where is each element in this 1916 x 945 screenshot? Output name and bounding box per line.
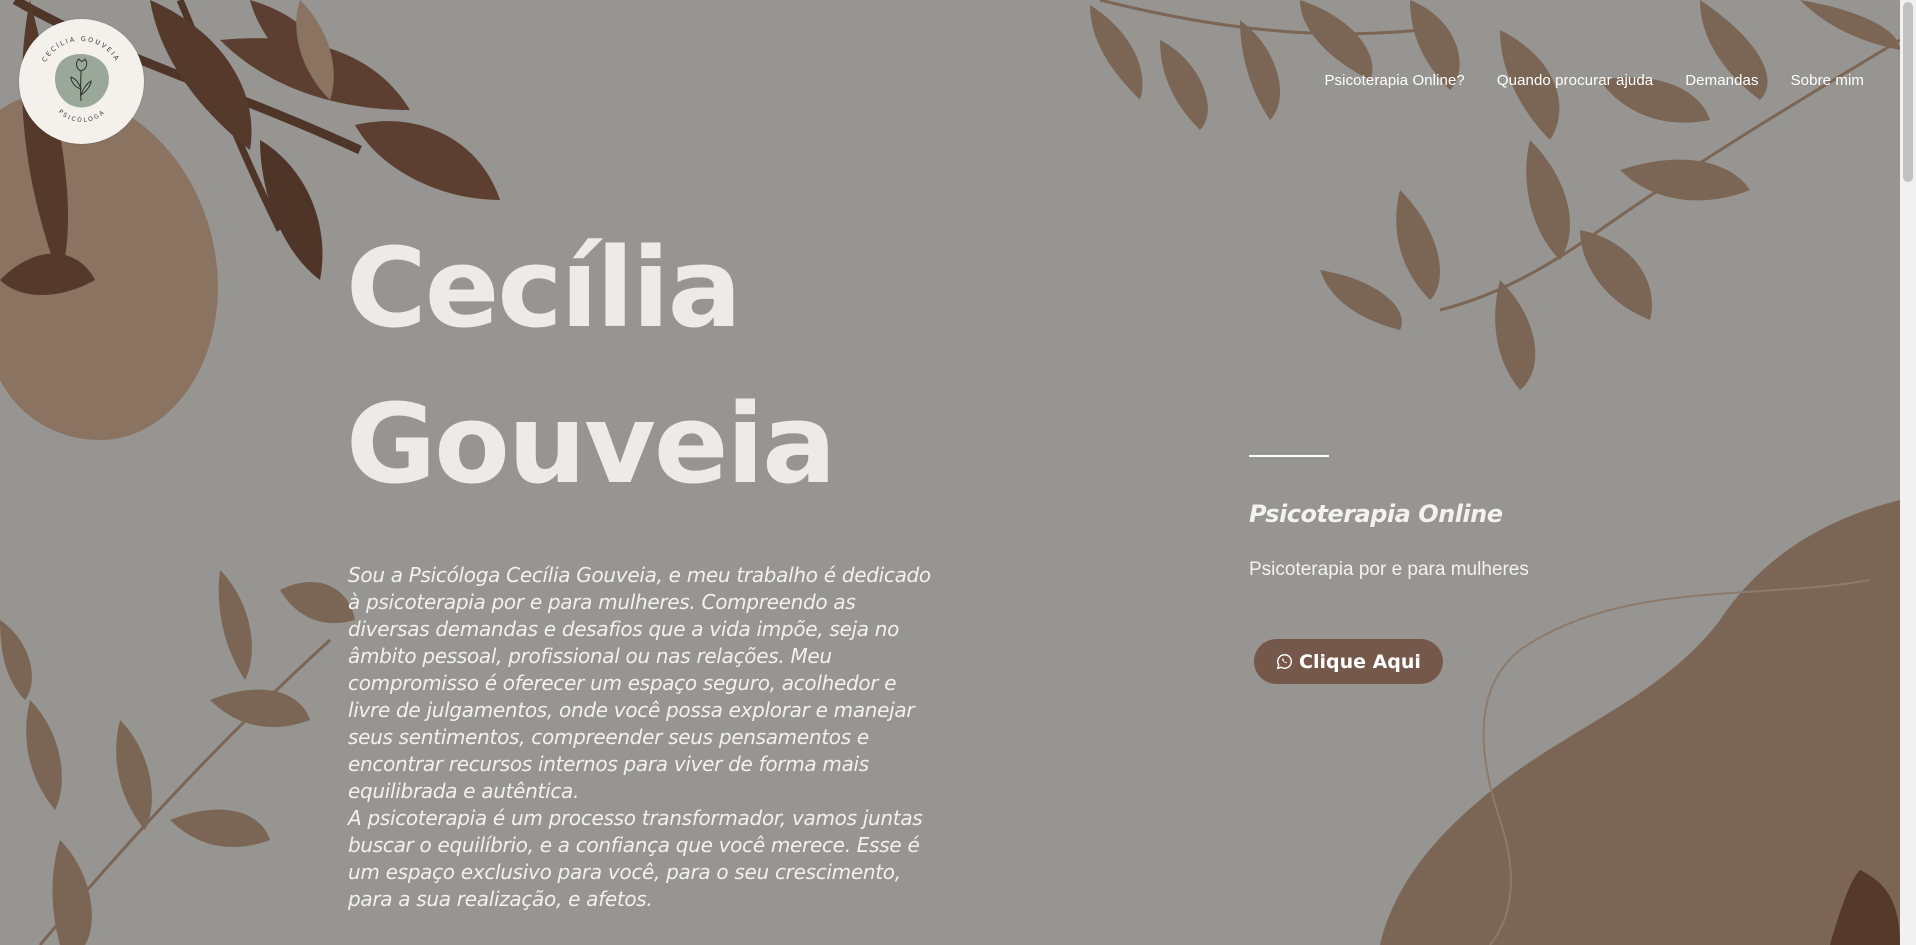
nav-item-demandas[interactable]: Demandas xyxy=(1685,72,1758,89)
nav-item-quando-procurar-ajuda[interactable]: Quando procurar ajuda xyxy=(1497,72,1653,89)
main-nav: Psicoterapia Online? Quando procurar aju… xyxy=(1324,72,1864,89)
logo-bottom-text: PSICÓLOGA xyxy=(57,108,105,124)
whatsapp-icon xyxy=(1276,654,1292,670)
nav-item-sobre-mim[interactable]: Sobre mim xyxy=(1791,72,1864,89)
scrollbar-thumb[interactable] xyxy=(1903,2,1913,182)
aside-title: Psicoterapia Online xyxy=(1249,500,1503,528)
bio-text: Sou a Psicóloga Cecília Gouveia, e meu t… xyxy=(348,562,938,913)
site-logo[interactable]: CECÍLIA GOUVEIA PSICÓLOGA xyxy=(19,19,144,144)
cta-button[interactable]: Clique Aqui xyxy=(1254,639,1443,684)
nav-item-psicoterapia-online[interactable]: Psicoterapia Online? xyxy=(1324,72,1464,89)
cta-label: Clique Aqui xyxy=(1299,650,1421,673)
hero-title: Cecília Gouveia xyxy=(346,210,836,522)
hero-name-line2: Gouveia xyxy=(346,380,836,508)
svg-text:PSICÓLOGA: PSICÓLOGA xyxy=(57,108,107,124)
aside-subtitle: Psicoterapia por e para mulheres xyxy=(1249,559,1529,580)
page-scrollbar[interactable] xyxy=(1900,0,1916,945)
decorative-background xyxy=(0,0,1900,945)
bio-paragraph: A psicoterapia é um processo transformad… xyxy=(348,806,923,911)
bio-paragraph: Sou a Psicóloga Cecília Gouveia, e meu t… xyxy=(348,563,931,803)
hero-name-line1: Cecília xyxy=(346,224,742,352)
section-divider xyxy=(1249,455,1329,457)
leaf-illustration xyxy=(0,0,1900,945)
